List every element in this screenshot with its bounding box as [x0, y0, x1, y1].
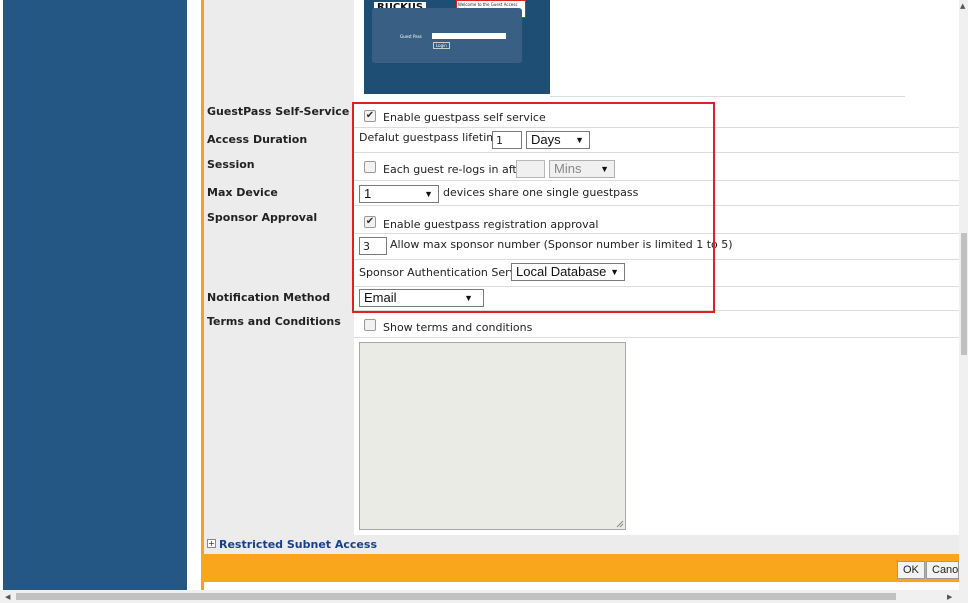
label-session: Session — [207, 158, 255, 171]
cancel-button[interactable]: Cano — [926, 561, 959, 579]
divider — [354, 337, 960, 338]
terms-label: Show terms and conditions — [383, 321, 533, 334]
label-access-duration: Access Duration — [207, 133, 308, 146]
vertical-scroll-thumb[interactable] — [961, 233, 967, 355]
terms-checkbox[interactable] — [364, 319, 376, 331]
preview-login-button: Login — [433, 42, 450, 49]
label-sponsor-approval: Sponsor Approval — [207, 211, 318, 224]
restricted-subnet-section[interactable]: + Restricted Subnet Access — [204, 535, 959, 554]
horizontal-scroll-thumb[interactable] — [16, 593, 896, 600]
preview-field-label: Guest Pass — [400, 34, 422, 39]
annotation-highlight-box — [352, 102, 715, 313]
label-max-device: Max Device — [207, 186, 278, 199]
restricted-subnet-link[interactable]: Restricted Subnet Access — [219, 538, 377, 551]
resize-handle-icon[interactable] — [616, 520, 624, 528]
divider — [550, 96, 905, 97]
sidebar-gap — [187, 0, 201, 590]
ok-button[interactable]: OK — [897, 561, 925, 579]
label-self-service: GuestPass Self-Service — [207, 105, 350, 118]
terms-textarea[interactable] — [359, 342, 626, 530]
expand-icon[interactable]: + — [207, 539, 216, 548]
preview-input — [432, 33, 506, 39]
scroll-right-icon[interactable]: ▶ — [947, 593, 952, 601]
label-terms: Terms and Conditions — [207, 315, 341, 328]
left-sidebar — [3, 0, 187, 590]
login-page-preview: RUCKUS Welcome to the Guest Access login… — [364, 0, 550, 94]
scroll-up-icon[interactable]: ▲ — [960, 2, 965, 10]
label-notification-method: Notification Method — [207, 291, 331, 304]
scroll-left-icon[interactable]: ◀ — [5, 593, 10, 601]
footer-bar — [201, 554, 959, 582]
label-column — [204, 0, 354, 535]
